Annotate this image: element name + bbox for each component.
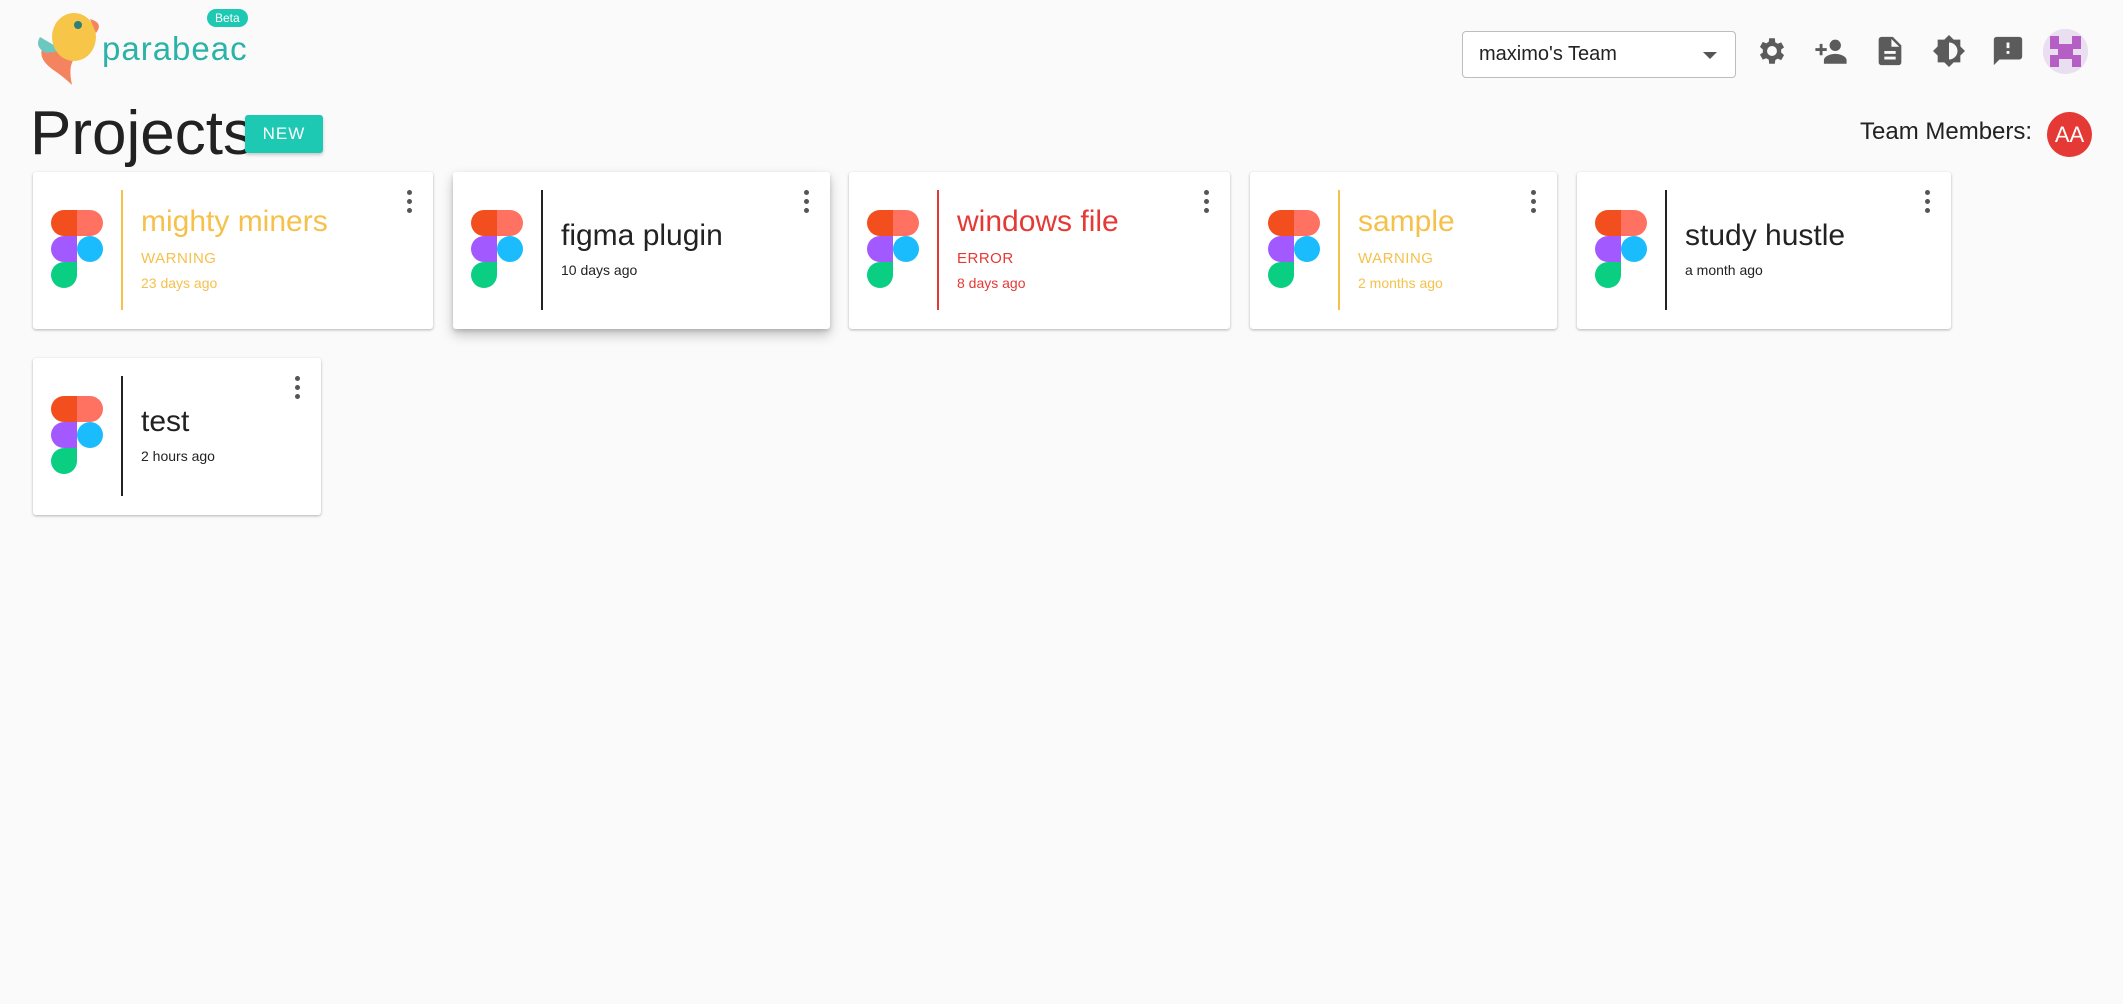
project-name: windows file <box>957 205 1119 238</box>
member-avatar[interactable]: AA <box>2047 112 2092 157</box>
figma-icon <box>51 210 103 288</box>
project-name: mighty miners <box>141 205 328 238</box>
project-status: WARNING <box>141 250 217 267</box>
project-info: test 2 hours ago <box>141 404 281 464</box>
figma-logo <box>471 210 523 288</box>
project-card[interactable]: test 2 hours ago <box>33 358 321 515</box>
gear-icon[interactable] <box>1755 34 1789 68</box>
more-vert-icon[interactable] <box>293 376 301 400</box>
project-name: figma plugin <box>561 219 723 252</box>
new-project-button[interactable]: NEW <box>245 115 323 153</box>
status-divider <box>937 190 939 310</box>
project-name: test <box>141 405 190 438</box>
project-time: 2 months ago <box>1358 275 1443 291</box>
team-select-value: maximo's Team <box>1479 43 1617 65</box>
user-avatar[interactable] <box>2043 29 2088 74</box>
figma-icon <box>867 210 919 288</box>
project-info: mighty miners WARNING 23 days ago <box>141 204 393 291</box>
status-divider <box>541 190 543 310</box>
more-vert-icon[interactable] <box>1202 190 1210 214</box>
more-vert-icon[interactable] <box>1529 190 1537 214</box>
figma-icon <box>51 396 103 474</box>
project-card[interactable]: mighty miners WARNING 23 days ago <box>33 172 433 329</box>
figma-logo <box>1268 210 1320 288</box>
figma-icon <box>1595 210 1647 288</box>
project-card[interactable]: study hustle a month ago <box>1577 172 1951 329</box>
figma-icon <box>471 210 523 288</box>
document-icon[interactable] <box>1873 34 1907 68</box>
project-name: sample <box>1358 205 1455 238</box>
project-time: 2 hours ago <box>141 448 215 464</box>
team-select[interactable]: maximo's Team <box>1462 31 1736 78</box>
figma-logo <box>867 210 919 288</box>
status-divider <box>121 190 123 310</box>
bird-logo-icon <box>38 13 99 85</box>
figma-logo <box>1595 210 1647 288</box>
project-info: sample WARNING 2 months ago <box>1358 204 1517 291</box>
status-divider <box>1665 190 1667 310</box>
more-vert-icon[interactable] <box>802 190 810 214</box>
status-divider <box>121 376 123 496</box>
project-card[interactable]: figma plugin 10 days ago <box>453 172 830 329</box>
project-info: windows file ERROR 8 days ago <box>957 204 1190 291</box>
project-card[interactable]: windows file ERROR 8 days ago <box>849 172 1230 329</box>
project-status: ERROR <box>957 250 1014 267</box>
project-name: study hustle <box>1685 219 1846 252</box>
project-time: 23 days ago <box>141 275 218 291</box>
feedback-icon[interactable] <box>1991 34 2025 68</box>
project-info: study hustle a month ago <box>1685 218 1911 278</box>
project-card[interactable]: sample WARNING 2 months ago <box>1250 172 1557 329</box>
person-add-icon[interactable] <box>1814 34 1848 68</box>
chevron-down-icon <box>1703 52 1717 59</box>
status-divider <box>1338 190 1340 310</box>
project-time: 8 days ago <box>957 275 1026 291</box>
project-status: WARNING <box>1358 250 1434 267</box>
figma-logo <box>51 396 103 474</box>
more-vert-icon[interactable] <box>1923 190 1931 214</box>
figma-logo <box>51 210 103 288</box>
project-time: a month ago <box>1685 262 1763 278</box>
project-info: figma plugin 10 days ago <box>561 218 790 278</box>
brightness-icon[interactable] <box>1932 34 1966 68</box>
identicon-icon <box>2043 29 2088 74</box>
page-title: Projects <box>30 99 254 168</box>
project-time: 10 days ago <box>561 262 638 278</box>
team-members-label: Team Members: <box>1860 118 2033 145</box>
more-vert-icon[interactable] <box>405 190 413 214</box>
figma-icon <box>1268 210 1320 288</box>
beta-badge: Beta <box>207 9 248 27</box>
logo-text: parabeac <box>102 30 248 67</box>
